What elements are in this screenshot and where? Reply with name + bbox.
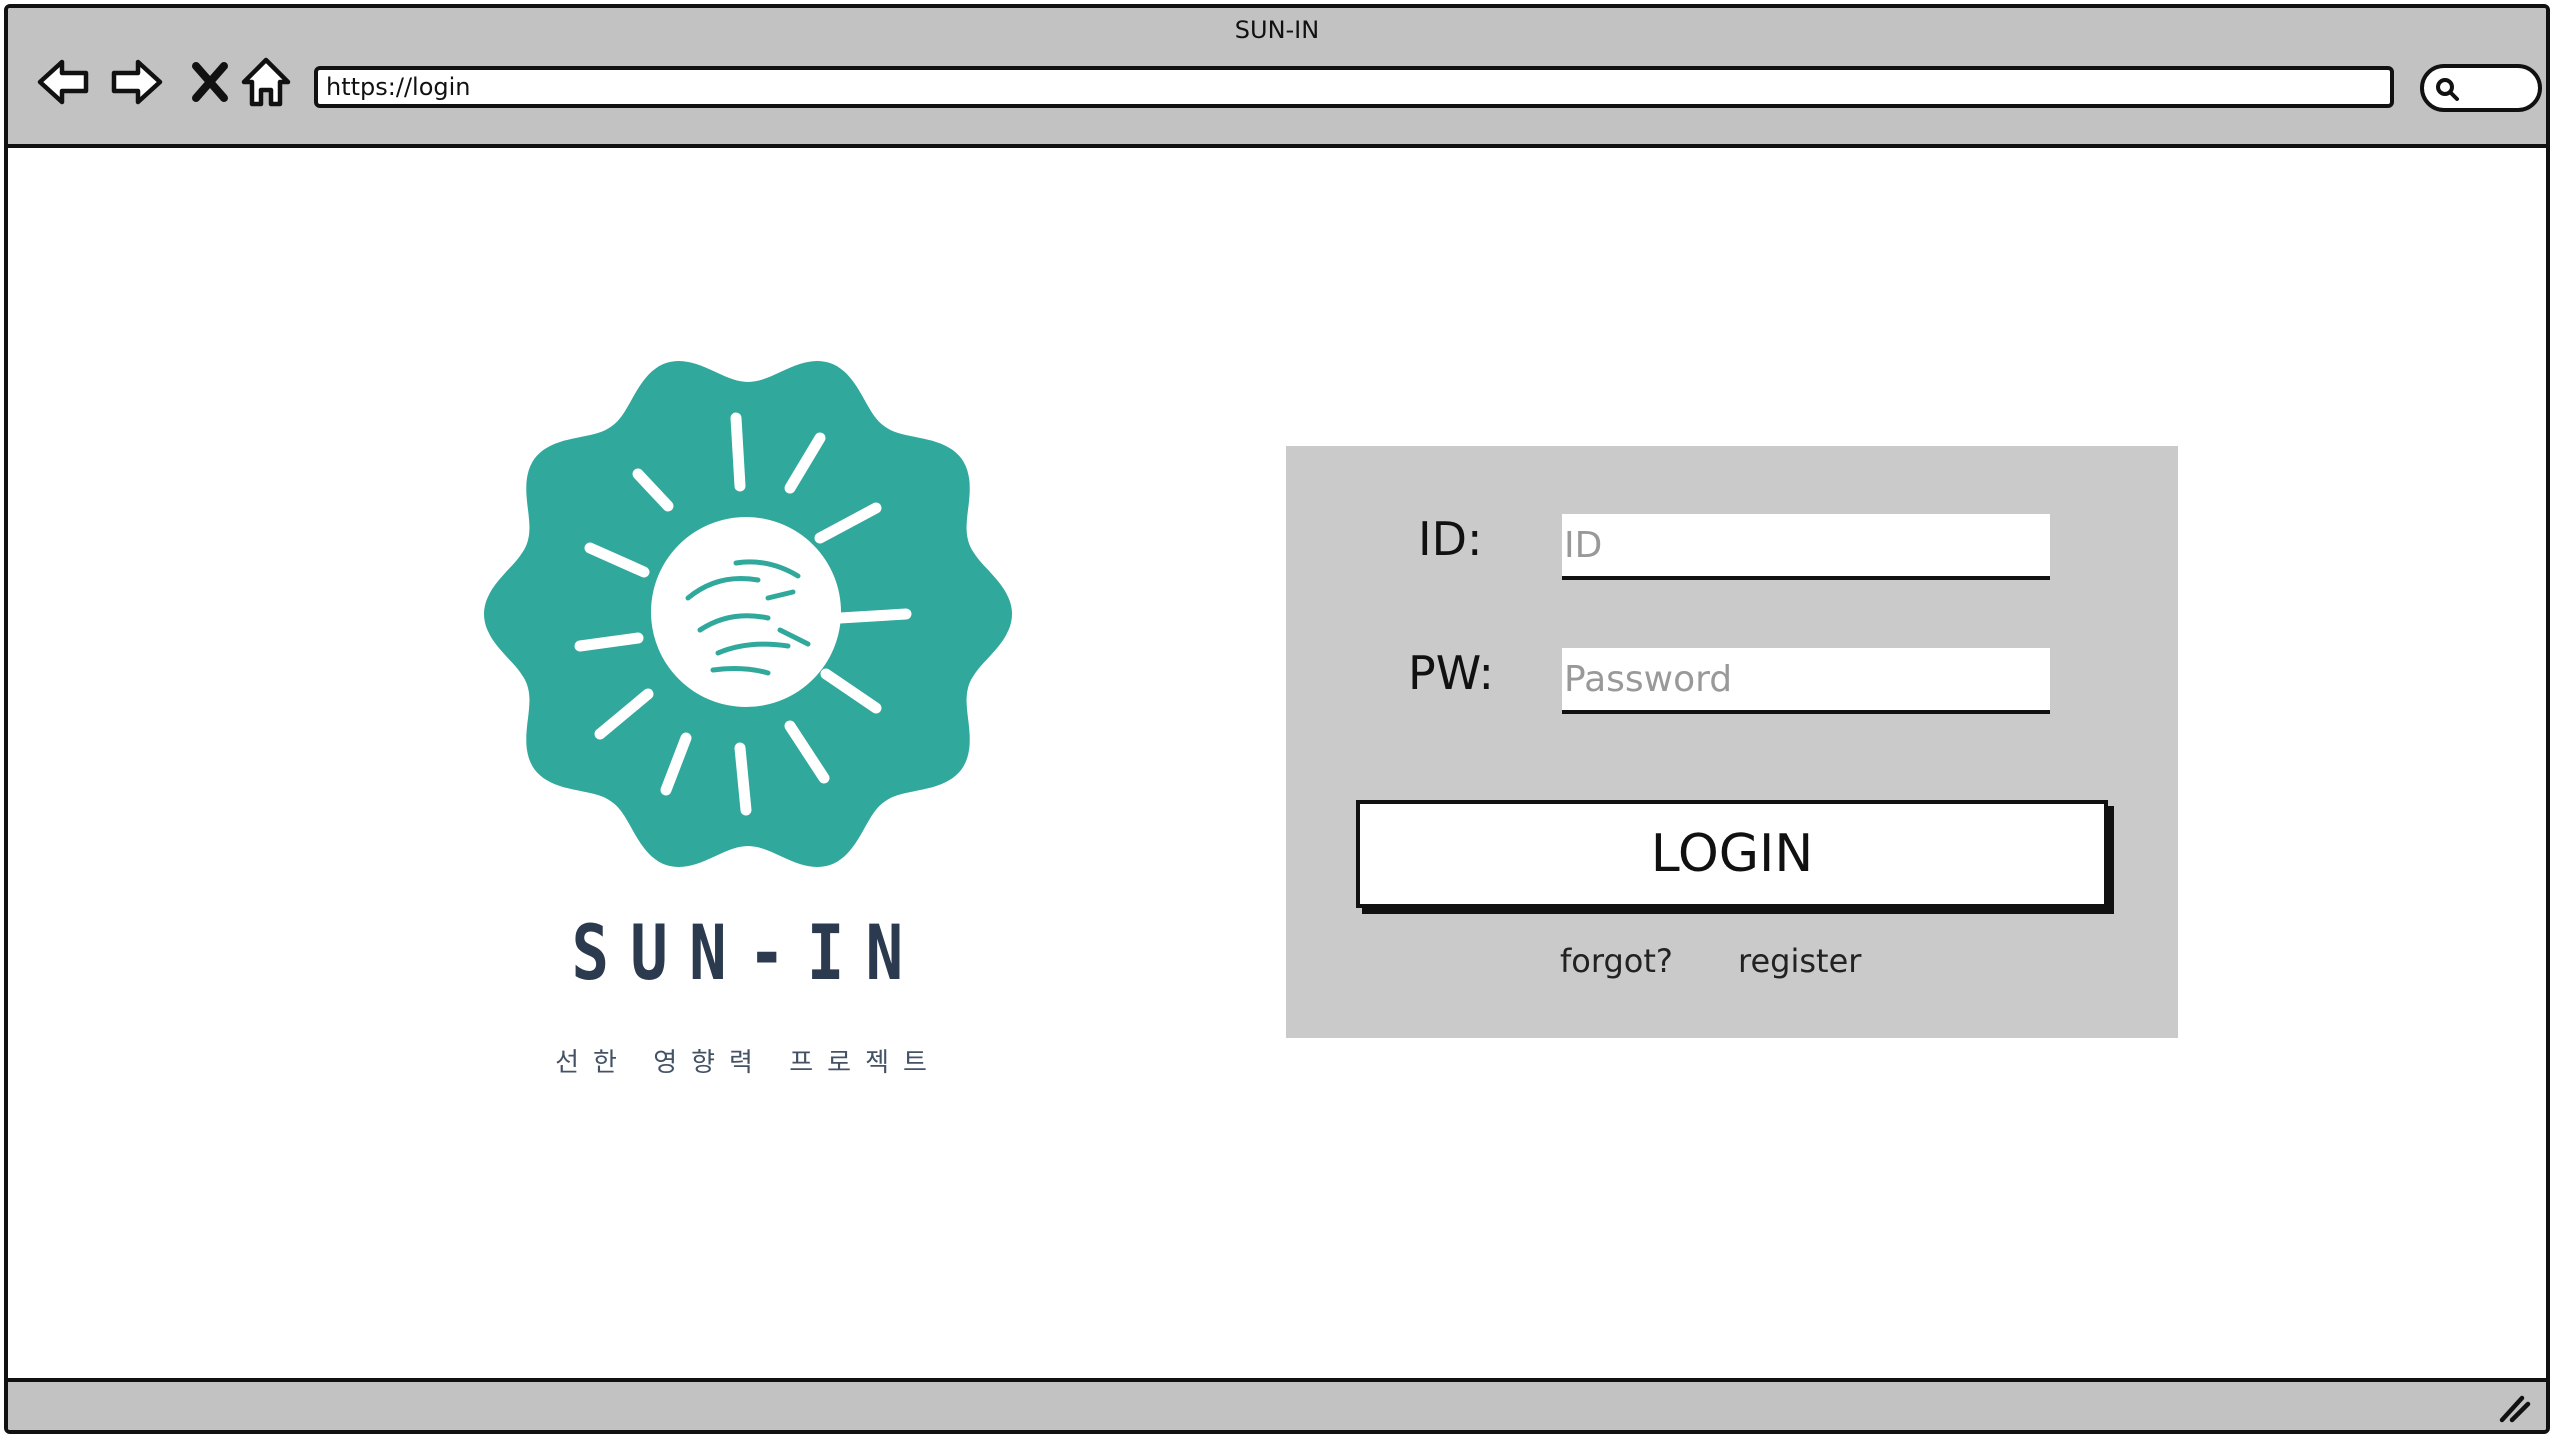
sun-in-logo — [468, 348, 1028, 888]
browser-window: SUN-IN https://login SUN-IN 선한 영향력 프로젝트 … — [4, 4, 2550, 1434]
id-label: ID: — [1418, 512, 1483, 566]
sun-logo-icon — [484, 361, 1012, 867]
close-x-icon[interactable] — [180, 52, 240, 112]
login-button[interactable]: LOGIN — [1356, 800, 2108, 908]
browser-toolbar: SUN-IN https://login — [8, 8, 2546, 148]
forward-arrow-icon[interactable] — [106, 52, 166, 112]
pw-label: PW: — [1408, 646, 1495, 700]
window-title: SUN-IN — [1234, 16, 1320, 44]
register-link[interactable]: register — [1738, 942, 1861, 980]
id-input[interactable] — [1562, 514, 2050, 580]
search-field[interactable] — [2420, 64, 2542, 112]
search-icon — [2436, 78, 2459, 101]
brand-name: SUN-IN — [571, 908, 925, 997]
url-bar[interactable]: https://login — [314, 66, 2394, 108]
resize-grip-icon[interactable] — [2496, 1390, 2532, 1424]
home-icon[interactable] — [236, 52, 296, 112]
back-arrow-icon[interactable] — [34, 52, 94, 112]
status-bar — [8, 1378, 2546, 1430]
forgot-link[interactable]: forgot? — [1560, 942, 1673, 980]
brand-subtitle: 선한 영향력 프로젝트 — [555, 1048, 941, 1078]
login-panel: ID: PW: LOGIN forgot? register — [1286, 446, 2178, 1038]
password-input[interactable] — [1562, 648, 2050, 714]
sun-core — [651, 517, 841, 707]
